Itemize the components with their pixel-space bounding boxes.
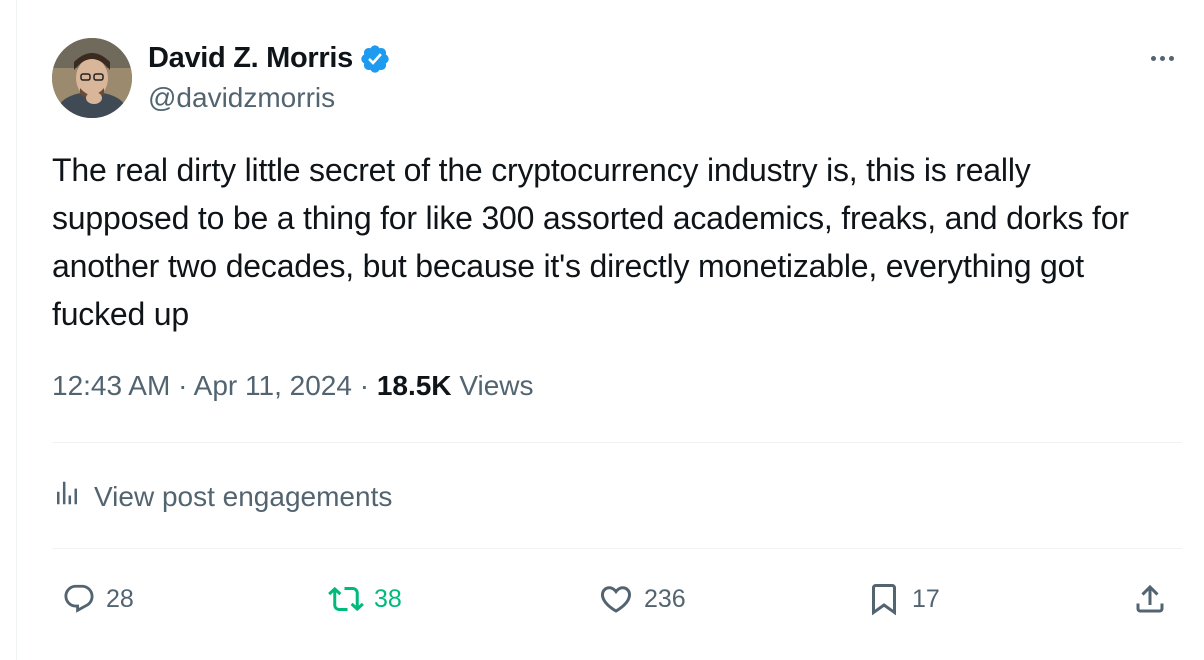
bookmark-count: 17 <box>912 584 940 613</box>
action-bar: 28 38 236 17 <box>52 572 1182 626</box>
bookmark-button[interactable]: 17 <box>866 572 940 626</box>
analytics-icon <box>52 478 82 515</box>
avatar[interactable] <box>52 38 132 118</box>
repost-button[interactable]: 38 <box>328 572 402 626</box>
author-handle[interactable]: @davidzmorris <box>148 82 335 114</box>
like-button[interactable]: 236 <box>598 572 686 626</box>
like-count: 236 <box>644 584 686 613</box>
reply-icon <box>62 582 96 616</box>
timeline-border <box>16 0 17 660</box>
meta-separator: · <box>359 370 370 401</box>
post-text: The real dirty little secret of the cryp… <box>52 152 1129 332</box>
post-meta: 12:43 AM · Apr 11, 2024 · 18.5K Views <box>52 370 534 402</box>
share-icon <box>1132 581 1168 617</box>
reply-count: 28 <box>106 584 134 613</box>
views-count: 18.5K <box>376 370 452 401</box>
divider <box>52 442 1182 443</box>
view-engagements-link[interactable]: View post engagements <box>52 478 392 515</box>
author-display-name[interactable]: David Z. Morris <box>148 42 353 75</box>
post-time[interactable]: 12:43 AM <box>52 370 170 401</box>
view-engagements-label: View post engagements <box>94 480 393 512</box>
heart-icon <box>598 581 634 617</box>
post-date[interactable]: Apr 11, 2024 <box>194 370 352 401</box>
verified-badge-icon[interactable] <box>359 43 391 75</box>
repost-icon <box>328 581 364 617</box>
tweet: David Z. Morris @davidzmorris The real d… <box>52 0 1182 660</box>
meta-separator: · <box>178 370 188 401</box>
divider <box>52 548 1182 549</box>
repost-count: 38 <box>374 584 402 613</box>
more-options-icon[interactable] <box>1142 46 1182 70</box>
reply-button[interactable]: 28 <box>62 572 134 626</box>
views-label: Views <box>459 370 534 401</box>
author-name-row: David Z. Morris <box>148 42 391 75</box>
bookmark-icon <box>866 581 902 617</box>
share-button[interactable] <box>1132 572 1168 626</box>
